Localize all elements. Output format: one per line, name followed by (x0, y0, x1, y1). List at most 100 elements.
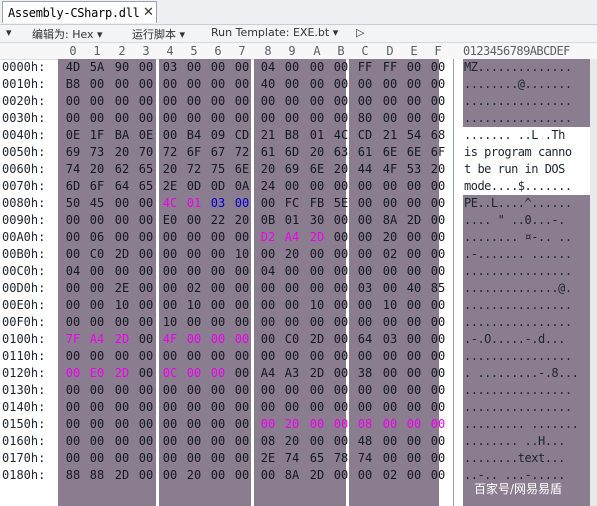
hex-byte[interactable]: 00 (402, 365, 426, 382)
hex-byte[interactable]: 00 (426, 399, 450, 416)
hex-byte[interactable]: A3 (280, 365, 304, 382)
hex-byte[interactable]: FC (280, 195, 304, 212)
hex-byte[interactable]: 1F (85, 127, 109, 144)
hex-byte[interactable]: 00 (158, 399, 182, 416)
ascii-text[interactable]: ........@....... (464, 76, 592, 93)
hex-byte[interactable]: 00 (158, 280, 182, 297)
hex-byte[interactable]: 00 (206, 314, 230, 331)
hex-byte[interactable]: 00 (134, 314, 158, 331)
hex-byte[interactable]: 00 (230, 263, 254, 280)
hex-byte[interactable]: 00 (402, 331, 426, 348)
hex-byte[interactable]: 00 (85, 76, 109, 93)
ascii-text[interactable]: ........text... (464, 450, 592, 467)
hex-byte[interactable]: 00 (230, 382, 254, 399)
hex-byte[interactable]: 00 (378, 399, 402, 416)
hex-byte[interactable]: 4F (158, 331, 182, 348)
hex-byte[interactable]: 00 (206, 246, 230, 263)
hex-byte[interactable]: 00 (353, 195, 377, 212)
hex-byte[interactable]: 00 (280, 348, 304, 365)
tab-assembly-csharp[interactable]: Assembly-CSharp.dll ✕ (2, 1, 157, 23)
hex-byte[interactable]: CD (230, 127, 254, 144)
hex-byte[interactable]: 00 (256, 280, 280, 297)
hex-byte[interactable]: 00 (378, 348, 402, 365)
hex-byte[interactable]: 2E (256, 450, 280, 467)
hex-row[interactable]: 00E0h: 00 00 10 00 00 10 00 00 00 00 10 00 00 10 00 00..… (0, 297, 597, 314)
hex-byte[interactable]: 2D (110, 365, 134, 382)
hex-byte[interactable]: 00 (256, 399, 280, 416)
hex-byte[interactable]: 20 (158, 161, 182, 178)
hex-byte[interactable]: 88 (61, 467, 85, 484)
hex-byte[interactable]: 61 (256, 144, 280, 161)
hex-byte[interactable]: 00 (426, 314, 450, 331)
hex-byte[interactable]: 00 (426, 331, 450, 348)
hex-byte[interactable]: 08 (256, 433, 280, 450)
hex-byte[interactable]: 03 (206, 195, 230, 212)
hex-byte[interactable]: 00 (182, 212, 206, 229)
hex-byte[interactable]: 50 (61, 195, 85, 212)
hex-byte[interactable]: FF (378, 59, 402, 76)
hex-byte[interactable]: 00 (378, 365, 402, 382)
hex-byte[interactable]: 00 (426, 212, 450, 229)
hex-byte[interactable]: 00 (206, 365, 230, 382)
hex-byte[interactable]: E0 (85, 365, 109, 382)
hex-byte[interactable]: 00 (61, 110, 85, 127)
hex-byte[interactable]: 00 (182, 365, 206, 382)
hex-byte[interactable]: C0 (280, 331, 304, 348)
hex-byte[interactable]: 00 (158, 467, 182, 484)
hex-byte[interactable]: 00 (280, 76, 304, 93)
hex-byte[interactable]: 00 (230, 297, 254, 314)
hex-row[interactable]: 0130h: 00 00 00 00 00 00 00 00 00 00 00 00 00 00 00 00..… (0, 382, 597, 399)
hex-byte[interactable]: 00 (426, 382, 450, 399)
ascii-text[interactable]: ................ (464, 399, 592, 416)
hex-byte[interactable]: 00 (85, 382, 109, 399)
hex-byte[interactable]: 00 (378, 178, 402, 195)
hex-byte[interactable]: 2E (110, 280, 134, 297)
hex-byte[interactable]: 01 (182, 195, 206, 212)
hex-byte[interactable]: 00 (353, 178, 377, 195)
hex-byte[interactable]: 00 (329, 399, 353, 416)
hex-byte[interactable]: 00 (353, 348, 377, 365)
hex-byte[interactable]: 00 (426, 467, 450, 484)
hex-byte[interactable]: 00 (378, 314, 402, 331)
hex-byte[interactable]: 00 (158, 382, 182, 399)
hex-byte[interactable]: 00 (158, 433, 182, 450)
hex-byte[interactable]: 7F (61, 331, 85, 348)
hex-byte[interactable]: 00 (329, 382, 353, 399)
hex-byte[interactable]: 00 (61, 280, 85, 297)
hex-byte[interactable]: 10 (182, 297, 206, 314)
hex-byte[interactable]: 00 (256, 348, 280, 365)
hex-byte[interactable]: 00 (134, 399, 158, 416)
hex-byte[interactable]: 00 (182, 450, 206, 467)
hex-byte[interactable]: 00 (134, 280, 158, 297)
hex-byte[interactable]: 00 (402, 76, 426, 93)
hex-byte[interactable]: 2D (305, 229, 329, 246)
hex-byte[interactable]: 45 (85, 195, 109, 212)
hex-byte[interactable]: 00 (61, 297, 85, 314)
hex-byte[interactable]: 00 (206, 110, 230, 127)
hex-byte[interactable]: 20 (378, 229, 402, 246)
hex-byte[interactable]: 00 (329, 263, 353, 280)
hex-byte[interactable]: 00 (378, 195, 402, 212)
hex-byte[interactable]: 20 (280, 433, 304, 450)
hex-byte[interactable]: 00 (134, 348, 158, 365)
ascii-text[interactable]: ..............@. (464, 280, 592, 297)
hex-byte[interactable]: 00 (230, 348, 254, 365)
hex-byte[interactable]: 00 (85, 416, 109, 433)
hex-byte[interactable]: 44 (353, 161, 377, 178)
hex-byte[interactable]: A4 (280, 229, 304, 246)
hex-byte[interactable]: 00 (256, 110, 280, 127)
hex-byte[interactable]: 02 (378, 467, 402, 484)
hex-byte[interactable]: 00 (134, 59, 158, 76)
hex-byte[interactable]: 00 (110, 212, 134, 229)
hex-byte[interactable]: 00 (61, 246, 85, 263)
hex-byte[interactable]: 00 (353, 229, 377, 246)
hex-byte[interactable]: 00 (305, 59, 329, 76)
hex-byte[interactable]: A4 (85, 331, 109, 348)
hex-byte[interactable]: 65 (305, 450, 329, 467)
hex-byte[interactable]: 00 (329, 212, 353, 229)
hex-byte[interactable]: 00 (230, 450, 254, 467)
hex-byte[interactable]: 00 (305, 348, 329, 365)
hex-byte[interactable]: B8 (61, 76, 85, 93)
hex-byte[interactable]: 00 (426, 178, 450, 195)
ascii-text[interactable]: .... " ..0...-. (464, 212, 592, 229)
